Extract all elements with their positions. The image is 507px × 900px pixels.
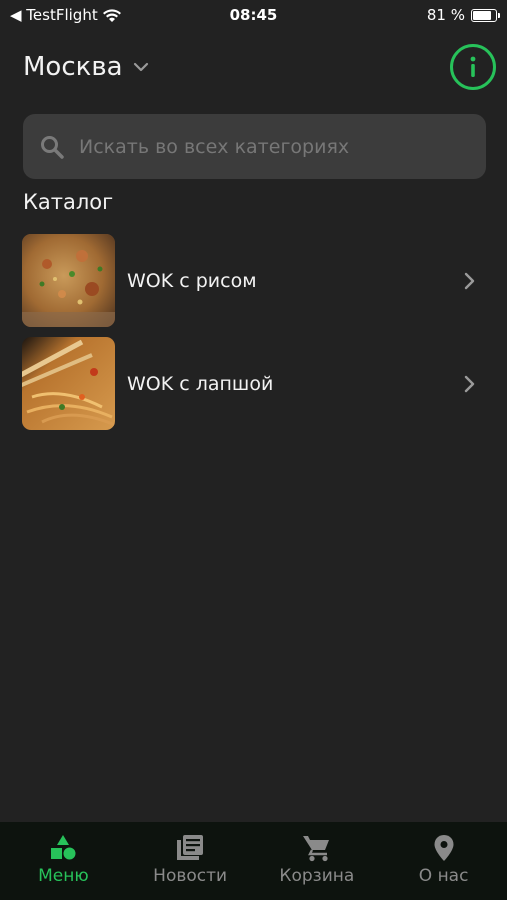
tab-news[interactable]: Новости xyxy=(127,822,254,900)
catalog-item-label: WOK с рисом xyxy=(127,269,257,292)
wok-rice-image xyxy=(22,234,115,327)
tab-label: Меню xyxy=(38,866,89,886)
catalog-item-label: WOK с лапшой xyxy=(127,372,274,395)
search-placeholder: Искать во всех категориях xyxy=(79,135,350,158)
chevron-right-icon xyxy=(464,375,475,392)
search-input[interactable]: Искать во всех категориях xyxy=(23,114,486,179)
tab-bar: Меню Новости Корзина О нас xyxy=(0,822,507,900)
city-name: Москва xyxy=(23,52,123,82)
wok-noodles-image xyxy=(22,337,115,430)
info-icon xyxy=(470,56,476,77)
battery-icon xyxy=(471,8,500,22)
tab-label: О нас xyxy=(418,866,469,886)
catalog-item-wok-noodles[interactable]: WOK с лапшой xyxy=(22,337,485,430)
tab-menu[interactable]: Меню xyxy=(0,822,127,900)
wifi-icon xyxy=(102,8,121,22)
shapes-icon xyxy=(51,835,76,860)
tab-about[interactable]: О нас xyxy=(380,822,507,900)
catalog-list: WOK с рисом WOK с лапшой xyxy=(22,234,485,440)
city-selector[interactable]: Москва xyxy=(23,52,149,82)
header: Москва xyxy=(23,44,496,90)
catalog-item-wok-rice[interactable]: WOK с рисом xyxy=(22,234,485,327)
back-to-testflight-link[interactable]: ◀ TestFlight xyxy=(10,6,98,24)
info-button[interactable] xyxy=(450,44,496,90)
search-icon xyxy=(41,135,64,159)
news-icon xyxy=(177,835,204,860)
location-pin-icon xyxy=(434,835,454,861)
battery-level xyxy=(473,10,491,20)
cart-icon xyxy=(302,836,329,862)
tab-cart[interactable]: Корзина xyxy=(254,822,381,900)
chevron-right-icon xyxy=(464,272,475,289)
status-time: 08:45 xyxy=(229,6,278,24)
catalog-title: Каталог xyxy=(23,190,114,214)
chevron-down-icon xyxy=(133,62,148,72)
tab-label: Корзина xyxy=(279,866,355,886)
tab-label: Новости xyxy=(153,866,228,886)
battery-percent: 81 % xyxy=(426,6,465,24)
status-bar: ◀ TestFlight 08:45 81 % xyxy=(0,0,507,30)
